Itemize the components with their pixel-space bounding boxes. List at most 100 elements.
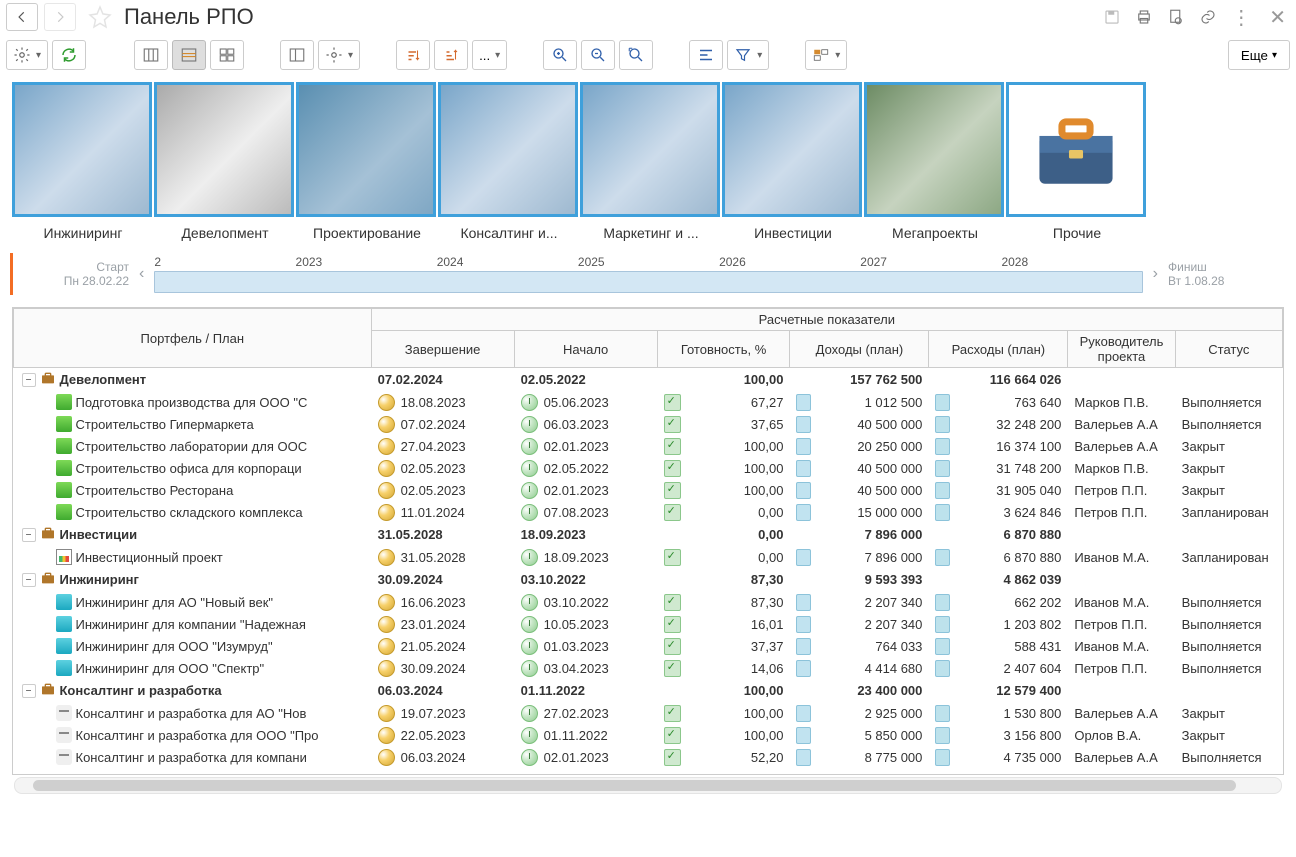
project-table[interactable]: Портфель / План Расчетные показатели Зав… [12, 307, 1284, 775]
view-columns-button[interactable] [134, 40, 168, 70]
timeline-prev-button[interactable]: ‹ [135, 265, 148, 283]
table-row[interactable]: Консалтинг и разработка для ООО "Про22.0… [14, 724, 1283, 746]
table-row[interactable]: Инжиниринг для ООО "Изумруд"21.05.202401… [14, 635, 1283, 657]
tile-label: Прочие [1006, 225, 1148, 241]
cell-expense: 6 870 880 [929, 523, 1068, 546]
th-start[interactable]: Начало [514, 331, 657, 368]
zoom-out-button[interactable] [581, 40, 615, 70]
timeline-bar[interactable] [154, 271, 1142, 293]
refresh-button[interactable] [52, 40, 86, 70]
th-expense[interactable]: Расходы (план) [929, 331, 1068, 368]
table-group-row[interactable]: –Консалтинг и разработка06.03.202401.11.… [14, 679, 1283, 702]
scrollbar-thumb[interactable] [33, 780, 1236, 791]
collapse-toggle[interactable]: – [22, 684, 36, 698]
table-row[interactable]: Строительство Ресторана02.05.202302.01.2… [14, 479, 1283, 501]
table-row[interactable]: Строительство лаборатории для ООС27.04.2… [14, 435, 1283, 457]
table-row[interactable]: Инжиниринг для ООО "Спектр"30.09.202403.… [14, 657, 1283, 679]
zoom-fit-button[interactable] [619, 40, 653, 70]
table-row[interactable]: Инвестиционный проект31.05.202818.09.202… [14, 546, 1283, 568]
settings2-dropdown[interactable] [318, 40, 360, 70]
cell-pct: 67,27 [657, 391, 790, 413]
th-pct[interactable]: Готовность, % [657, 331, 790, 368]
tile-other[interactable] [1006, 82, 1146, 217]
layout-dropdown[interactable] [805, 40, 847, 70]
table-row[interactable]: Консалтинг и разработка для АО "Нов19.07… [14, 702, 1283, 724]
table-row[interactable]: Инжиниринг для АО "Новый век"16.06.20230… [14, 591, 1283, 613]
th-status[interactable]: Статус [1175, 331, 1282, 368]
panel-icon [288, 46, 306, 64]
view-grid-button[interactable] [210, 40, 244, 70]
cell-head: Валерьев А.А [1068, 746, 1175, 768]
more-menu-button[interactable]: Еще▾ [1228, 40, 1290, 70]
tick-label: 2023 [296, 255, 437, 269]
table-row[interactable]: Инжиниринг для компании "Надежная23.01.2… [14, 613, 1283, 635]
tick-label: 2028 [1001, 255, 1142, 269]
th-metrics-group[interactable]: Расчетные показатели [371, 309, 1282, 331]
sort-asc-button[interactable] [396, 40, 430, 70]
back-button[interactable] [6, 3, 38, 31]
forward-button[interactable] [44, 3, 76, 31]
link-icon[interactable] [1199, 8, 1217, 26]
tile-investment[interactable] [722, 82, 862, 217]
table-row[interactable]: Строительство офиса для корпораци02.05.2… [14, 457, 1283, 479]
money-icon [796, 594, 811, 611]
cell-finish: 02.05.2023 [371, 479, 514, 501]
money-icon [935, 438, 950, 455]
money-icon [935, 460, 950, 477]
money-icon [935, 416, 950, 433]
th-portfolio[interactable]: Портфель / План [14, 309, 372, 368]
tile-marketing[interactable] [580, 82, 720, 217]
cell-head: Орлов В.А. [1068, 724, 1175, 746]
settings-dropdown[interactable] [6, 40, 48, 70]
th-finish[interactable]: Завершение [371, 331, 514, 368]
cell-start: 02.01.2023 [514, 746, 657, 768]
money-icon [796, 705, 811, 722]
cell-start: 01.11.2022 [514, 724, 657, 746]
table-row[interactable]: Подготовка производства для ООО "С18.08.… [14, 391, 1283, 413]
more-sort-dropdown[interactable]: ... [472, 40, 507, 70]
collapse-toggle[interactable]: – [22, 373, 36, 387]
favorite-star-icon[interactable] [88, 5, 112, 29]
tile-megaprojects[interactable] [864, 82, 1004, 217]
table-group-row[interactable]: –Инвестиции31.05.202818.09.20230,007 896… [14, 523, 1283, 546]
zoom-in-button[interactable] [543, 40, 577, 70]
cell-income: 40 500 000 [790, 413, 929, 435]
align-button[interactable] [689, 40, 723, 70]
tile-engineering[interactable] [12, 82, 152, 217]
table-group-row[interactable]: –Девелопмент07.02.202402.05.2022100,0015… [14, 368, 1283, 392]
th-head[interactable]: Руководитель проекта [1068, 331, 1175, 368]
tile-consulting[interactable] [438, 82, 578, 217]
collapse-toggle[interactable]: – [22, 528, 36, 542]
timeline-track[interactable]: 2 2023 2024 2025 2026 2027 2028 [154, 255, 1142, 293]
cell-status: Выполняется [1175, 591, 1282, 613]
clock-icon [521, 594, 538, 611]
kebab-menu-icon[interactable]: ⋮ [1231, 5, 1251, 30]
cell-head: Иванов М.А. [1068, 591, 1175, 613]
chat-icon [56, 705, 72, 721]
panel-toggle-button[interactable] [280, 40, 314, 70]
filter-dropdown[interactable] [727, 40, 769, 70]
check-icon [664, 727, 681, 744]
table-row[interactable]: Строительство Гипермаркета07.02.202406.0… [14, 413, 1283, 435]
finish-label: Финиш [1168, 260, 1207, 274]
row-name: Строительство Ресторана [76, 483, 234, 498]
save-icon[interactable] [1103, 8, 1121, 26]
sort-desc-button[interactable] [434, 40, 468, 70]
view-list-button[interactable] [172, 40, 206, 70]
horizontal-scrollbar[interactable] [14, 777, 1282, 794]
table-row[interactable]: Консалтинг и разработка для компани06.03… [14, 746, 1283, 768]
th-income[interactable]: Доходы (план) [790, 331, 929, 368]
preview-icon[interactable] [1167, 8, 1185, 26]
print-icon[interactable] [1135, 8, 1153, 26]
cell-start: 03.10.2022 [514, 568, 657, 591]
briefcase-icon [40, 570, 56, 589]
tile-image-placeholder [157, 85, 291, 214]
timeline-next-button[interactable]: › [1149, 265, 1162, 283]
tile-design[interactable] [296, 82, 436, 217]
table-row[interactable]: Строительство складского комплекса11.01.… [14, 501, 1283, 523]
tile-development[interactable] [154, 82, 294, 217]
close-icon[interactable]: ✕ [1265, 5, 1290, 30]
collapse-toggle[interactable]: – [22, 573, 36, 587]
table-group-row[interactable]: –Инжиниринг30.09.202403.10.202287,309 59… [14, 568, 1283, 591]
page-title: Панель РПО [124, 4, 1097, 30]
